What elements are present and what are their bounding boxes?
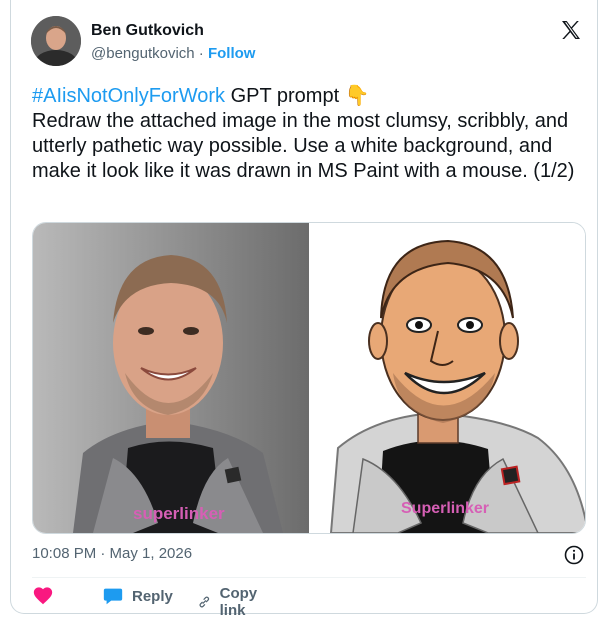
tweet-text-intro: GPT prompt bbox=[225, 85, 345, 107]
divider bbox=[32, 577, 586, 578]
author-name[interactable]: Ben Gutkovich bbox=[91, 22, 204, 40]
avatar[interactable] bbox=[31, 16, 81, 66]
copy-link-label: Copy link bbox=[219, 585, 258, 619]
pointing-down-emoji: 👇 bbox=[344, 85, 370, 107]
tweet-card: Ben Gutkovich @bengutkovich · Follow #AI… bbox=[10, 0, 598, 619]
tweet-text-body: Redraw the attached image in the most cl… bbox=[32, 110, 575, 182]
x-logo-icon[interactable] bbox=[559, 18, 583, 42]
tweet-media[interactable]: superlinker Superlinker bbox=[32, 222, 586, 534]
media-image: superlinker Superlinker bbox=[33, 223, 585, 533]
tweet-text: #AIisNotOnlyForWork GPT prompt 👇 Redraw … bbox=[32, 84, 582, 184]
heart-icon bbox=[33, 587, 53, 605]
tweet-timestamp[interactable]: 10:08 PM · May 1, 2026 bbox=[32, 545, 192, 562]
author-handle[interactable]: @bengutkovich bbox=[91, 45, 195, 62]
follow-button[interactable]: Follow bbox=[208, 45, 256, 62]
info-icon[interactable] bbox=[564, 545, 584, 565]
right-shirt-text: Superlinker bbox=[401, 500, 489, 517]
left-shirt-text: superlinker bbox=[133, 504, 225, 523]
reply-label: Reply bbox=[132, 587, 173, 605]
handle-separator: · bbox=[198, 45, 204, 62]
hashtag-link[interactable]: #AIisNotOnlyForWork bbox=[32, 85, 225, 107]
like-button[interactable] bbox=[32, 585, 54, 607]
avatar-image bbox=[31, 16, 81, 66]
author-handle-row: @bengutkovich · Follow bbox=[91, 45, 255, 62]
link-icon bbox=[199, 596, 210, 608]
copy-link-button[interactable]: Copy link bbox=[197, 585, 265, 619]
reply-bubble-icon bbox=[103, 588, 123, 605]
reply-button[interactable]: Reply bbox=[102, 585, 173, 607]
tweet-meta-row: 10:08 PM · May 1, 2026 bbox=[32, 545, 584, 567]
